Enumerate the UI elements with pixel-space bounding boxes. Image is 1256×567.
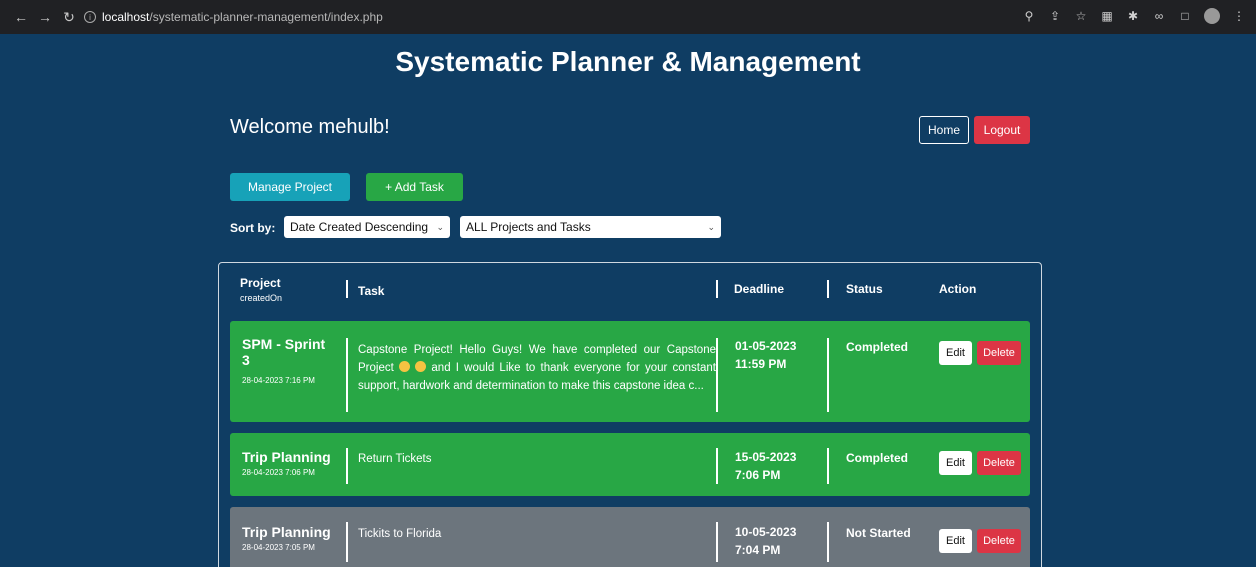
deadline-date: 15-05-2023 [735, 450, 797, 464]
manage-project-button[interactable]: Manage Project [230, 173, 350, 201]
header-project: Project [240, 276, 281, 290]
key-icon[interactable]: ⚲ [1022, 9, 1036, 23]
task-description: Tickits to Florida [358, 528, 442, 540]
star-icon[interactable]: ☆ [1074, 9, 1088, 23]
smiley-emoji-icon [399, 361, 410, 372]
deadline-time: 7:06 PM [735, 468, 781, 482]
header-created-on: createdOn [240, 293, 283, 303]
task-description: Capstone Project! Hello Guys! We have co… [358, 341, 716, 395]
chevron-down-icon: ⌄ [436, 221, 444, 232]
created-date: 28-04-2023 7:06 PM [242, 468, 315, 477]
deadline: 10-05-2023 7:04 PM [735, 523, 796, 559]
forward-arrow-icon[interactable]: → [36, 8, 54, 26]
table-row: Trip Planning 28-04-2023 7:05 PM Tickits… [230, 507, 1030, 567]
delete-button[interactable]: Delete [977, 529, 1021, 553]
delete-button[interactable]: Delete [977, 341, 1021, 365]
deadline-date: 01-05-2023 [735, 339, 797, 353]
column-divider [346, 280, 348, 298]
column-divider [716, 448, 718, 484]
column-divider [716, 522, 718, 562]
header-deadline: Deadline [734, 282, 785, 296]
info-icon[interactable]: i [84, 11, 96, 23]
column-divider [346, 338, 348, 412]
browser-actions: ⚲ ⇪ ☆ ▦ ✱ ∞ □ ⋮ [1022, 8, 1246, 24]
created-date: 28-04-2023 7:05 PM [242, 543, 315, 552]
sort-select-value: Date Created Descending [290, 220, 429, 234]
status-badge: Completed [846, 340, 909, 354]
column-divider [346, 522, 348, 562]
project-filter-select[interactable]: ALL Projects and Tasks ⌄ [460, 216, 721, 238]
status-badge: Not Started [846, 526, 911, 540]
deadline-date: 10-05-2023 [735, 525, 797, 539]
created-date: 28-04-2023 7:16 PM [242, 376, 315, 385]
smiley-emoji-icon [415, 361, 427, 372]
edit-button[interactable]: Edit [939, 529, 972, 553]
back-arrow-icon[interactable]: ← [12, 8, 30, 26]
project-name: Trip Planning [242, 449, 331, 465]
column-divider [346, 448, 348, 484]
puzzle-icon[interactable]: ✱ [1126, 9, 1140, 23]
deadline: 01-05-2023 11:59 PM [735, 337, 796, 373]
page-title: Systematic Planner & Management [395, 46, 861, 77]
header-status: Status [846, 282, 883, 296]
deadline-time: 7:04 PM [735, 543, 781, 557]
column-divider [716, 338, 718, 412]
spiral-icon[interactable]: ∞ [1152, 9, 1166, 23]
column-divider [827, 338, 829, 412]
column-divider [827, 522, 829, 562]
project-name-line2: 3 [242, 352, 250, 368]
column-divider [716, 280, 718, 298]
home-button[interactable]: Home [919, 116, 969, 144]
column-divider [827, 448, 829, 484]
status-badge: Completed [846, 451, 909, 465]
chevron-down-icon: ⌄ [707, 221, 715, 232]
table-row: SPM - Sprint 3 28-04-2023 7:16 PM Capston… [230, 321, 1030, 422]
filter-select-value: ALL Projects and Tasks [466, 220, 591, 234]
extension-icon[interactable]: ▦ [1100, 9, 1114, 23]
url-host: localhost [102, 10, 150, 24]
project-name: Trip Planning [242, 524, 331, 540]
deadline: 15-05-2023 7:06 PM [735, 448, 796, 484]
edit-button[interactable]: Edit [939, 451, 972, 475]
deadline-time: 11:59 PM [735, 357, 787, 371]
sidebar-icon[interactable]: □ [1178, 9, 1192, 23]
edit-button[interactable]: Edit [939, 341, 972, 365]
sort-label: Sort by: [230, 221, 276, 235]
add-task-button[interactable]: + Add Task [366, 173, 463, 201]
more-menu-icon[interactable]: ⋮ [1232, 9, 1246, 23]
project-name: SPM - Sprint 3 [242, 336, 325, 368]
table-header: Project createdOn Task Deadline Status A… [219, 263, 1041, 315]
reload-icon[interactable]: ↻ [60, 8, 78, 26]
browser-toolbar: ← → ↻ i localhost/systematic-planner-man… [0, 0, 1256, 34]
task-text-part: and I would Like to thank everyone for y… [358, 362, 716, 392]
column-divider [827, 280, 829, 298]
welcome-message: Welcome mehulb! [230, 116, 390, 138]
url-path: /systematic-planner-management/index.php [149, 10, 383, 24]
header-task: Task [358, 284, 385, 298]
profile-avatar[interactable] [1204, 8, 1220, 24]
share-icon[interactable]: ⇪ [1048, 9, 1062, 23]
project-name-line1: SPM - Sprint [242, 336, 326, 352]
table-row: Trip Planning 28-04-2023 7:06 PM Return … [230, 433, 1030, 496]
task-table: Project createdOn Task Deadline Status A… [218, 262, 1042, 567]
task-description: Return Tickets [358, 453, 432, 465]
sort-select[interactable]: Date Created Descending ⌄ [284, 216, 450, 238]
header-action: Action [939, 282, 977, 296]
logout-button[interactable]: Logout [974, 116, 1030, 144]
delete-button[interactable]: Delete [977, 451, 1021, 475]
